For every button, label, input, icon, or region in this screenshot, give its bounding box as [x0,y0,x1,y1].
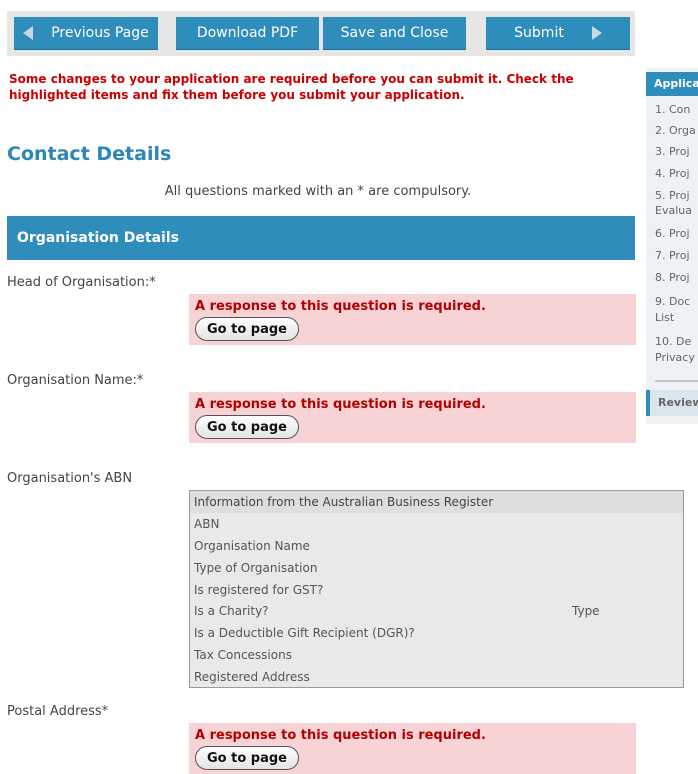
save-and-close-button[interactable]: Save and Close [323,17,466,50]
abn-row-gst: Is registered for GST? [194,583,324,597]
abn-row-abn: ABN [194,517,220,531]
go-to-page-button[interactable]: Go to page [195,746,299,770]
sidebar-item-5[interactable]: 5. Proj [655,188,690,204]
sidebar-item-3[interactable]: 3. Proj [655,144,690,160]
sidebar-item-10[interactable]: 10. De [655,334,691,350]
abn-row-tax-concessions: Tax Concessions [194,648,292,662]
sidebar-item-1[interactable]: 1. Con [655,102,690,118]
abn-row-dgr: Is a Deductible Gift Recipient (DGR)? [194,626,415,640]
abn-info-table: Information from the Australian Business… [189,490,684,688]
sidebar-item-10-cont[interactable]: Privacy [655,350,695,366]
go-to-page-button[interactable]: Go to page [195,317,299,341]
submit-label: Submit [514,25,564,41]
sidebar-item-6[interactable]: 6. Proj [655,226,690,242]
organisation-details-title: Organisation Details [17,230,179,246]
download-pdf-label: Download PDF [196,25,299,41]
error-banner: Some changes to your application are req… [9,72,574,102]
abn-row-charity: Is a Charity? [194,604,269,618]
compulsory-note: All questions marked with an * are compu… [164,184,472,199]
head-of-organisation-label: Head of Organisation:* [7,275,156,290]
postal-address-error: A response to this question is required.… [189,723,636,774]
organisation-details-header: Organisation Details [7,216,635,260]
abn-table-title: Information from the Australian Business… [190,491,683,513]
page-title: Contact Details [7,143,172,165]
arrow-right-icon [591,26,602,40]
download-pdf-button[interactable]: Download PDF [176,17,319,50]
sidebar-item-9[interactable]: 9. Doc [655,294,690,310]
go-to-page-button[interactable]: Go to page [195,415,299,439]
sidebar-divider [655,380,698,382]
postal-address-label: Postal Address* [7,704,109,719]
sidebar-item-8[interactable]: 8. Proj [655,270,690,286]
sidebar-item-2[interactable]: 2. Orga [655,123,696,139]
sidebar-item-7[interactable]: 7. Proj [655,248,690,264]
sidebar-item-4[interactable]: 4. Proj [655,166,690,182]
sidebar-header: Applica [646,72,698,96]
error-message: A response to this question is required. [195,299,486,314]
previous-page-label: Previous Page [51,25,149,41]
submit-button[interactable]: Submit [486,17,630,50]
abn-row-organisation-name: Organisation Name [194,539,310,553]
abn-row-registered-address: Registered Address [194,670,310,684]
sidebar-review[interactable]: Review [646,390,698,416]
sidebar-item-5-cont[interactable]: Evalua [655,203,692,219]
head-of-organisation-error: A response to this question is required.… [189,294,636,345]
previous-page-button[interactable]: Previous Page [14,17,158,50]
arrow-left-icon [23,26,34,40]
organisation-abn-label: Organisation's ABN [7,471,133,486]
error-message: A response to this question is required. [195,397,486,412]
save-and-close-label: Save and Close [340,25,449,41]
application-sidebar: Applica 1. Con 2. Orga 3. Proj 4. Proj 5… [646,68,698,424]
abn-charity-type-label: Type [572,604,600,618]
organisation-name-label: Organisation Name:* [7,373,144,388]
organisation-name-error: A response to this question is required.… [189,392,636,443]
sidebar-item-9-cont[interactable]: List [655,310,674,326]
error-message: A response to this question is required. [195,728,486,743]
abn-row-type-of-organisation: Type of Organisation [194,561,318,575]
toolbar: Previous Page Download PDF Save and Clos… [7,11,635,56]
